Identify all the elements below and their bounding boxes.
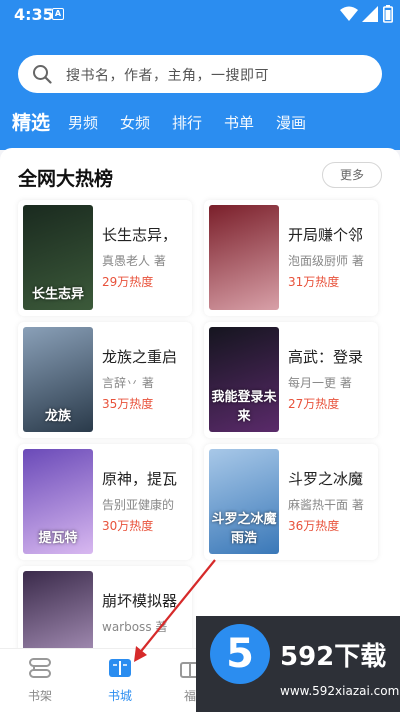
book-author: warboss 著 (102, 620, 168, 634)
tab-comics[interactable]: 漫画 (276, 112, 306, 133)
more-button[interactable]: 更多 (322, 162, 382, 188)
book-card[interactable]: 我能登录未来 高武：登录每月一更 著 27万热度 (204, 322, 378, 438)
book-heat: 36万热度 (288, 519, 340, 533)
section-title: 全网大热榜 (18, 168, 114, 190)
search-placeholder: 搜书名，作者，主角，一搜即可 (66, 68, 269, 84)
wifi-icon (340, 6, 358, 21)
book-open-icon (109, 659, 131, 677)
nav-label-bookshelf: 书架 (27, 689, 52, 703)
book-author: 麻酱热干面 著 (288, 498, 364, 512)
status-bar: 4:35 A (0, 0, 400, 30)
book-card[interactable]: 长生志异 长生志异， 真愚老人 著 29万热度 (18, 200, 192, 316)
book-title[interactable]: 斗罗之冰魔 (288, 468, 372, 489)
book-author: 泡面级厨师 著 (288, 254, 364, 268)
book-title[interactable]: 原神，提瓦 (102, 468, 186, 489)
book-cover[interactable]: 龙族 (23, 327, 93, 432)
book-title[interactable]: 长生志异， (102, 224, 186, 245)
category-tabs: 精选 男频 女频 排行 书单 漫画 (0, 104, 400, 144)
nav-label-bookstore: 书城 (107, 689, 132, 703)
nav-item-bookshelf[interactable]: 书架 (10, 657, 70, 704)
book-cover[interactable] (209, 205, 279, 310)
book-cover-title: 斗罗之冰魔雨浩 (211, 512, 277, 546)
book-cover-title: 提瓦特 (38, 531, 78, 546)
tab-booklist[interactable]: 书单 (224, 112, 254, 133)
book-author: 每月一更 著 (288, 376, 352, 390)
book-cover[interactable]: 斗罗之冰魔雨浩 (209, 449, 279, 554)
search-input[interactable]: 搜书名，作者，主角，一搜即可 (18, 55, 382, 93)
book-author: 告别亚健康的 (102, 498, 175, 512)
tab-featured[interactable]: 精选 (12, 108, 50, 135)
book-card[interactable]: 龙族 龙族之重启言辞丷 著 35万热度 (18, 322, 192, 438)
watermark-logo: 5 (210, 624, 270, 684)
book-cover[interactable]: 我能登录未来 (209, 327, 279, 432)
signal-icon (362, 6, 378, 22)
tab-male[interactable]: 男频 (68, 112, 98, 133)
book-card[interactable]: 开局赚个邻泡面级厨师 著 31万热度 (204, 200, 378, 316)
book-heat: 31万热度 (288, 275, 340, 289)
book-card[interactable]: 斗罗之冰魔雨浩 斗罗之冰魔麻酱热干面 著 36万热度 (204, 444, 378, 560)
book-cover-title: 长生志异 (31, 287, 84, 302)
book-title[interactable]: 开局赚个邻 (288, 224, 372, 245)
book-author: 言辞丷 著 (102, 376, 154, 390)
tab-female[interactable]: 女频 (120, 112, 150, 133)
bookshelf-icon (29, 658, 51, 678)
book-cover-title: 我能登录未来 (211, 390, 277, 424)
book-title[interactable]: 龙族之重启 (102, 346, 186, 367)
book-title[interactable]: 高武：登录 (288, 346, 372, 367)
watermark: 5 592下载 www.592xiazai.com (196, 616, 400, 712)
book-heat: 27万热度 (288, 397, 340, 411)
notification-icon: A (52, 8, 64, 20)
book-cover[interactable]: 提瓦特 (23, 449, 93, 554)
tab-ranking[interactable]: 排行 (172, 112, 202, 133)
watermark-url: www.592xiazai.com (280, 684, 400, 698)
search-icon (33, 65, 52, 84)
watermark-brand: 592下载 (280, 642, 387, 672)
nav-item-bookstore[interactable]: 书城 (90, 657, 150, 704)
book-card[interactable]: 提瓦特 原神，提瓦告别亚健康的 30万热度 (18, 444, 192, 560)
battery-icon (383, 5, 393, 23)
book-cover-title: 龙族 (44, 409, 71, 424)
book-author: 真愚老人 著 (102, 254, 166, 268)
book-cover[interactable]: 长生志异 (23, 205, 93, 310)
book-heat: 30万热度 (102, 519, 154, 533)
book-heat: 35万热度 (102, 397, 154, 411)
book-heat: 29万热度 (102, 275, 154, 289)
status-time: 4:35 (14, 5, 54, 24)
book-title[interactable]: 崩坏模拟器 (102, 590, 186, 611)
